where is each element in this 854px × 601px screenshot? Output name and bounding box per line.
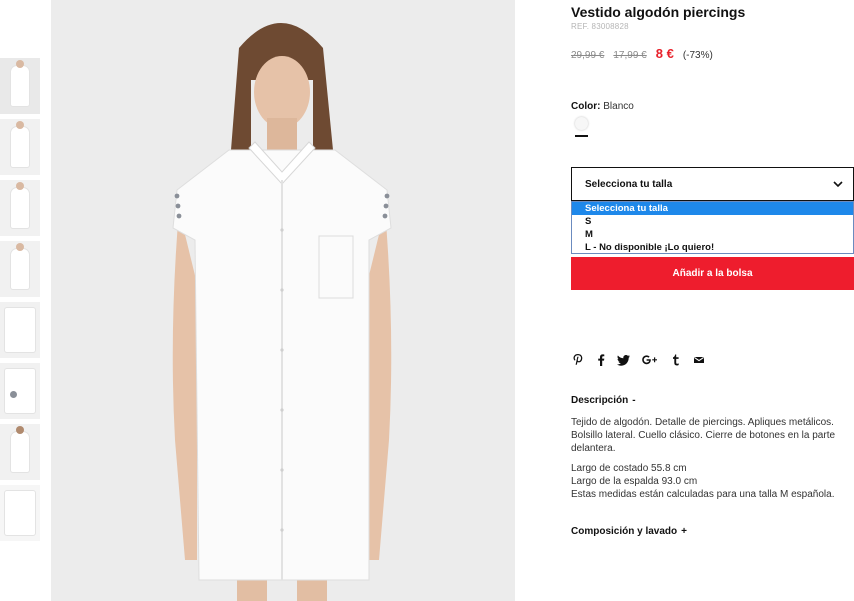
- price-now: 8 €: [655, 46, 674, 61]
- twitter-icon[interactable]: [617, 352, 631, 368]
- size-option-m[interactable]: M: [572, 228, 853, 241]
- tumblr-icon[interactable]: [671, 352, 680, 368]
- add-to-bag-button[interactable]: Añadir a la bolsa: [571, 257, 854, 290]
- price-original: 29,99 €: [571, 50, 605, 61]
- product-title: Vestido algodón piercings: [571, 4, 746, 20]
- size-dropdown-list: Selecciona tu talla S M L - No disponibl…: [571, 201, 854, 254]
- thumbnail-6[interactable]: [0, 363, 40, 419]
- measurement-side-length: Largo de costado 55.8 cm: [571, 463, 687, 474]
- color-label: Color:: [571, 101, 601, 112]
- price-row: 29,99 € 17,99 € 8 € (-73%): [571, 46, 713, 61]
- product-ref: REF. 83008828: [571, 22, 629, 31]
- pinterest-icon[interactable]: [572, 352, 584, 368]
- thumbnail-1[interactable]: [0, 58, 40, 114]
- email-icon[interactable]: [693, 352, 705, 368]
- discount-badge: (-73%): [682, 50, 713, 61]
- description-toggle[interactable]: -: [632, 395, 635, 406]
- thumbnail-2[interactable]: [0, 119, 40, 175]
- measurements: Largo de costado 55.8 cm Largo de la esp…: [571, 462, 854, 501]
- description-title: Descripción: [571, 395, 629, 406]
- composition-heading[interactable]: Composición y lavado +: [571, 526, 687, 537]
- thumbnail-8[interactable]: [0, 485, 40, 541]
- measurement-back-length: Largo de la espalda 93.0 cm: [571, 476, 698, 487]
- product-main-image[interactable]: [51, 0, 515, 601]
- color-value: Blanco: [603, 101, 634, 112]
- thumbnail-7[interactable]: [0, 424, 40, 480]
- thumbnail-3[interactable]: [0, 180, 40, 236]
- size-select[interactable]: Selecciona tu talla: [571, 167, 854, 201]
- chevron-down-icon: [833, 181, 843, 188]
- description-heading[interactable]: Descripción -: [571, 395, 636, 406]
- size-select-value: Selecciona tu talla: [585, 179, 673, 190]
- size-option-s[interactable]: S: [572, 215, 853, 228]
- google-plus-icon[interactable]: [641, 352, 659, 368]
- thumbnail-5[interactable]: [0, 302, 40, 358]
- composition-toggle[interactable]: +: [681, 526, 687, 537]
- size-option-l[interactable]: L - No disponible ¡Lo quiero!: [572, 241, 853, 254]
- size-option-placeholder[interactable]: Selecciona tu talla: [572, 202, 853, 215]
- measurement-note: Estas medidas están calculadas para una …: [571, 489, 835, 500]
- color-label-row: Color: Blanco: [571, 101, 634, 112]
- description-text: Tejido de algodón. Detalle de piercings.…: [571, 417, 836, 454]
- facebook-icon[interactable]: [596, 352, 606, 368]
- composition-title: Composición y lavado: [571, 526, 678, 537]
- price-previous: 17,99 €: [613, 50, 647, 61]
- selected-swatch-indicator: [575, 135, 588, 137]
- thumbnail-4[interactable]: [0, 241, 40, 297]
- color-swatch-blanco[interactable]: [575, 117, 588, 130]
